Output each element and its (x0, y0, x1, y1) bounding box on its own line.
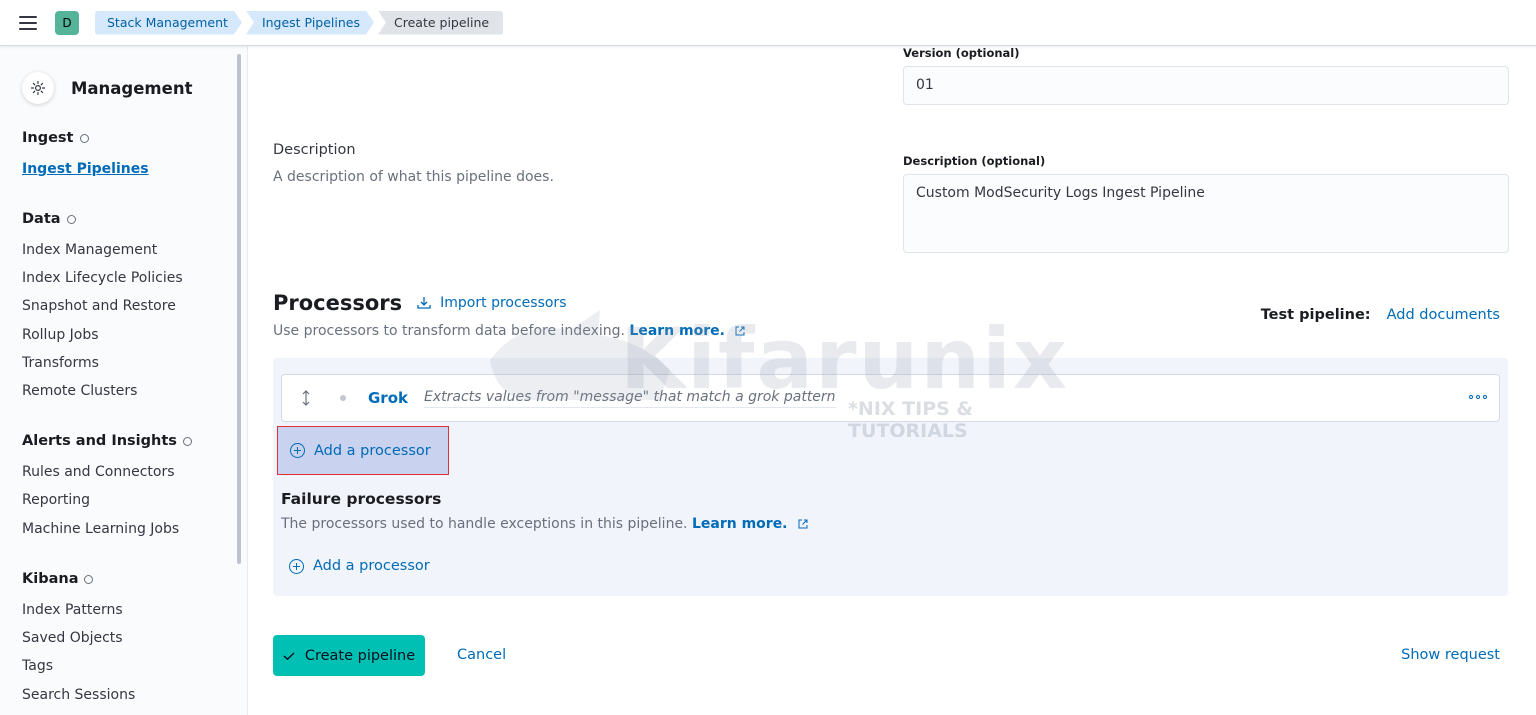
description-textarea[interactable]: Custom ModSecurity Logs Ingest Pipeline (903, 174, 1509, 253)
sidebar-group-label: Alerts and Insights (22, 433, 177, 449)
sidebar-item-saved-objects[interactable]: Saved Objects (22, 630, 123, 646)
sidebar-item-snapshot-restore[interactable]: Snapshot and Restore (22, 298, 176, 314)
processors-title: Processors (273, 291, 403, 315)
processors-header: Processors Import processors (273, 291, 566, 315)
info-icon (84, 574, 94, 584)
menu-icon[interactable] (19, 15, 37, 30)
drag-handle-icon[interactable] (300, 390, 312, 406)
sidebar-item-transforms[interactable]: Transforms (22, 355, 99, 371)
add-processor-label: Add a processor (314, 442, 431, 459)
sidebar-item-ingest-pipelines[interactable]: Ingest Pipelines (22, 161, 149, 177)
sidebar-item-rules-connectors[interactable]: Rules and Connectors (22, 464, 175, 480)
sidebar-item-index-lifecycle-policies[interactable]: Index Lifecycle Policies (22, 270, 183, 286)
check-icon (283, 651, 295, 660)
processor-name[interactable]: Grok (368, 389, 408, 407)
version-input[interactable]: 01 (903, 66, 1509, 105)
sidebar-group-kibana: Kibana (22, 571, 94, 587)
sidebar-item-index-patterns[interactable]: Index Patterns (22, 602, 123, 618)
import-processors-label: Import processors (440, 295, 567, 311)
sidebar-scrollbar[interactable] (237, 54, 241, 564)
breadcrumb-create-pipeline: Create pipeline (378, 10, 504, 35)
sidebar-group-alerts: Alerts and Insights (22, 433, 192, 449)
failure-processors-title: Failure processors (281, 490, 442, 508)
sidebar-title: Management (22, 72, 192, 104)
processor-description[interactable]: Extracts values from "message" that matc… (424, 389, 836, 408)
breadcrumb-stack-management[interactable]: Stack Management (95, 11, 242, 35)
sidebar-item-remote-clusters[interactable]: Remote Clusters (22, 383, 137, 399)
sidebar-title-text: Management (71, 78, 193, 98)
sidebar-item-rollup-jobs[interactable]: Rollup Jobs (22, 327, 99, 343)
breadcrumb-ingest-pipelines[interactable]: Ingest Pipelines (246, 11, 374, 35)
top-header: D Stack Management Ingest Pipelines Crea… (0, 0, 1536, 46)
info-icon (182, 436, 192, 446)
main-content: Version (optional) 01 Description A desc… (249, 46, 1536, 715)
learn-more-link[interactable]: Learn more. (629, 323, 725, 339)
description-title: Description (273, 142, 356, 158)
cancel-button[interactable]: Cancel (457, 647, 506, 663)
version-label: Version (optional) (903, 46, 1020, 60)
sidebar-item-ml-jobs[interactable]: Machine Learning Jobs (22, 521, 179, 537)
show-request-button[interactable]: Show request (1401, 647, 1500, 663)
sidebar-item-tags[interactable]: Tags (22, 658, 53, 674)
external-link-icon (735, 326, 745, 336)
processors-panel: Grok Extracts values from "message" that… (273, 358, 1508, 596)
test-pipeline: Test pipeline: Add documents (1261, 307, 1500, 323)
add-documents-button[interactable]: Add documents (1387, 307, 1500, 323)
create-pipeline-button[interactable]: Create pipeline (273, 635, 425, 676)
external-link-icon (798, 519, 808, 529)
plus-circle-icon (289, 558, 304, 574)
status-dot (340, 395, 346, 401)
plus-circle-icon (290, 443, 305, 458)
failure-processors-subtitle: The processors used to handle exceptions… (281, 516, 808, 532)
sidebar-item-search-sessions[interactable]: Search Sessions (22, 687, 135, 703)
import-icon (417, 297, 431, 309)
sidebar-item-index-management[interactable]: Index Management (22, 242, 157, 258)
info-icon (66, 214, 76, 224)
description-label: Description (optional) (903, 154, 1046, 168)
sidebar-group-data: Data (22, 211, 76, 227)
add-failure-processor-label: Add a processor (313, 558, 430, 574)
description-help: A description of what this pipeline does… (273, 169, 554, 185)
space-avatar[interactable]: D (55, 10, 79, 35)
breadcrumb: Stack Management Ingest Pipelines Create… (95, 10, 507, 35)
test-pipeline-label: Test pipeline: (1260, 307, 1371, 323)
import-processors-link[interactable]: Import processors (416, 295, 566, 311)
processors-subtitle: Use processors to transform data before … (273, 323, 745, 339)
sidebar-group-label: Kibana (22, 571, 79, 587)
processors-subtitle-text: Use processors to transform data before … (273, 323, 625, 339)
failure-subtitle-text: The processors used to handle exceptions… (281, 516, 688, 532)
add-failure-processor-button[interactable]: Add a processor (289, 558, 430, 574)
sidebar-item-reporting[interactable]: Reporting (22, 492, 90, 508)
info-icon (79, 133, 89, 143)
add-processor-button[interactable]: Add a processor (277, 426, 449, 475)
gear-icon (22, 72, 54, 104)
create-pipeline-label: Create pipeline (304, 647, 416, 664)
more-actions-icon[interactable] (1469, 395, 1487, 403)
failure-learn-more-link[interactable]: Learn more. (692, 516, 788, 532)
sidebar-group-label: Ingest (22, 130, 74, 146)
sidebar-group-ingest: Ingest (22, 130, 89, 146)
processor-row-grok[interactable]: Grok Extracts values from "message" that… (281, 374, 1500, 422)
sidebar-group-label: Data (22, 211, 61, 227)
sidebar: Management Ingest Ingest Pipelines Data … (0, 46, 248, 715)
